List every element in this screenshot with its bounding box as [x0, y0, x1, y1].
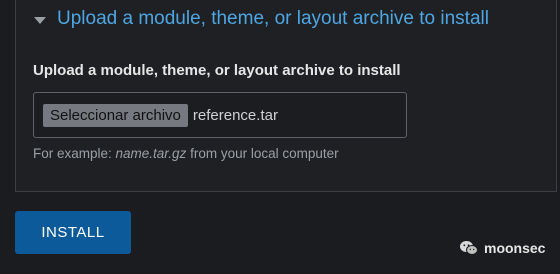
upload-section-toggle[interactable]: Upload a module, theme, or layout archiv… — [34, 5, 489, 33]
install-button[interactable]: INSTALL — [15, 211, 131, 254]
upload-details-panel: Upload a module, theme, or layout archiv… — [15, 0, 557, 192]
watermark-text: moonsec — [484, 240, 546, 256]
upload-field-label: Upload a module, theme, or layout archiv… — [33, 62, 401, 79]
upload-help-text: For example: name.tar.gz from your local… — [33, 146, 339, 161]
upload-section-summary: Upload a module, theme, or layout archiv… — [57, 8, 489, 29]
help-suffix: from your local computer — [186, 146, 339, 161]
help-prefix: For example: — [33, 146, 116, 161]
selected-file-name: reference.tar — [192, 106, 278, 124]
watermark: moonsec — [459, 240, 545, 256]
choose-file-button[interactable]: Seleccionar archivo — [43, 103, 188, 127]
caret-down-icon — [34, 16, 46, 24]
file-upload-input[interactable]: Seleccionar archivo reference.tar — [33, 92, 407, 138]
wechat-icon — [460, 241, 478, 255]
help-example: name.tar.gz — [115, 146, 187, 161]
